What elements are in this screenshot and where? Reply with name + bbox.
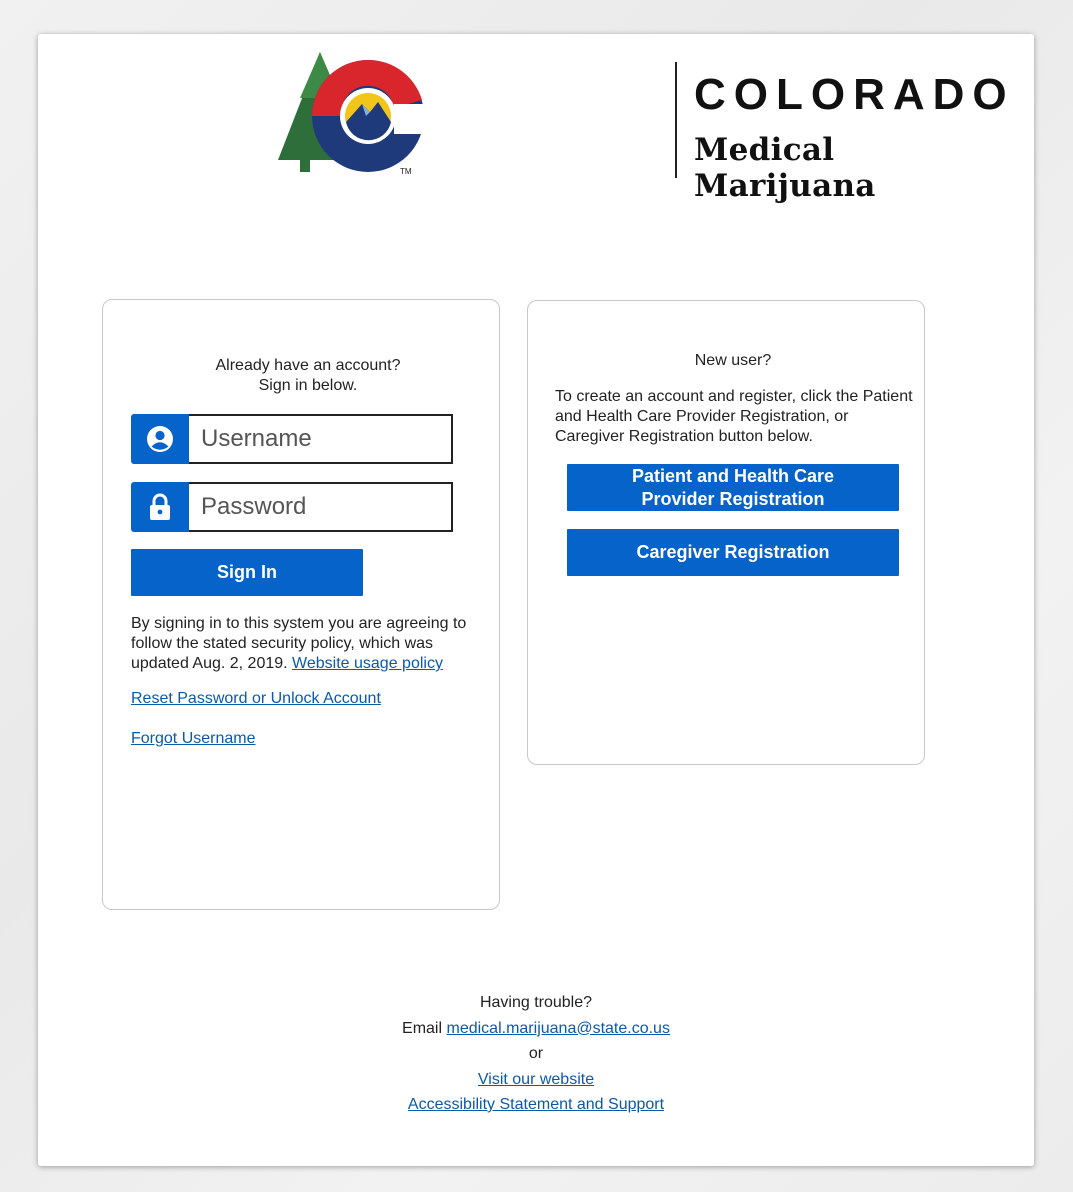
help-footer: Having trouble? Email medical.marijuana@… (38, 990, 1034, 1118)
accessibility-link[interactable]: Accessibility Statement and Support (408, 1096, 664, 1113)
trademark-text: TM (400, 167, 412, 176)
website-usage-policy-link[interactable]: Website usage policy (292, 655, 443, 672)
signin-heading-line2: Sign in below. (258, 377, 358, 394)
password-row (131, 482, 455, 532)
colorado-logo: TM COLORADO Medical Marijuana (270, 48, 1007, 204)
lock-icon (131, 482, 189, 532)
support-email-link[interactable]: medical.marijuana@state.co.us (447, 1020, 670, 1037)
brand-name: COLORADO (694, 70, 1015, 119)
register-description: To create an account and register, click… (555, 388, 913, 445)
patient-registration-line1: Patient and Health Care (631, 465, 835, 486)
visit-website-link[interactable]: Visit our website (478, 1071, 594, 1088)
having-trouble-text: Having trouble? (479, 994, 593, 1011)
email-line: Email medical.marijuana@state.co.us (38, 1016, 1034, 1042)
forgot-username-link[interactable]: Forgot Username (131, 730, 256, 748)
username-row (131, 414, 455, 464)
user-circle-icon (131, 414, 189, 464)
signin-heading: Already have an account? Sign in below. (103, 356, 513, 396)
reset-password-link[interactable]: Reset Password or Unlock Account (131, 690, 381, 708)
colorado-c-logo-icon: TM (278, 52, 430, 176)
login-card: TM COLORADO Medical Marijuana Already ha… (38, 34, 1034, 1166)
security-policy-text: By signing in to this system you are agr… (131, 614, 493, 674)
signin-panel: Already have an account? Sign in below. (102, 299, 500, 910)
patient-registration-button[interactable]: Patient and Health Care Provider Registr… (567, 464, 899, 511)
password-input[interactable] (189, 482, 453, 532)
username-input[interactable] (189, 414, 453, 464)
new-user-heading: New user? (694, 352, 772, 369)
brand-subtitle: Medical Marijuana (694, 132, 876, 204)
caregiver-registration-button[interactable]: Caregiver Registration (567, 529, 899, 576)
or-text: or (528, 1045, 544, 1062)
new-user-panel: New user? To create an account and regis… (527, 300, 925, 765)
logo-divider (675, 62, 677, 178)
signin-heading-line1: Already have an account? (215, 357, 401, 374)
sign-in-button[interactable]: Sign In (131, 549, 363, 596)
email-prefix: Email (402, 1019, 443, 1037)
patient-registration-line2: Provider Registration (641, 488, 825, 509)
